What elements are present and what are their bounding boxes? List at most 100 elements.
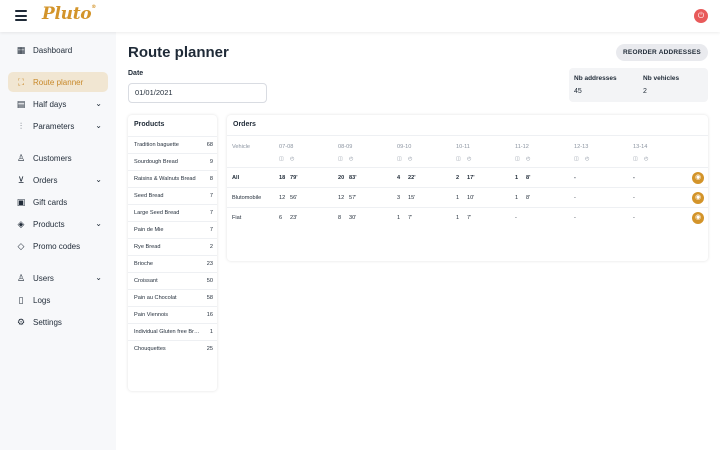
slot-header: 09-10 <box>397 144 412 150</box>
sidebar-item-customers[interactable]: ♙ Customers <box>8 148 108 168</box>
sidebar: ▦ Dashboard ⛶ Route planner ▤ Half days ⌄ ⫶ Para… <box>0 32 116 450</box>
sidebar-item-parameters[interactable]: ⫶ Parameters ⌄ <box>8 116 108 136</box>
sidebar-item-label: Gift cards <box>33 197 68 207</box>
eye-icon[interactable]: ◉ <box>692 192 704 204</box>
sidebar-item-label: Half days <box>33 99 67 109</box>
list-item: Croissant 50 <box>128 272 217 289</box>
chevron-down-icon: ⌄ <box>95 121 102 130</box>
menu-icon[interactable] <box>15 10 27 22</box>
order-duration: 30' <box>349 215 357 221</box>
product-name: Large Seed Bread <box>134 210 180 216</box>
order-count: 6 <box>279 215 283 221</box>
sidebar-item-label: Users <box>33 273 54 283</box>
cart-icon: ⊻ <box>17 174 25 185</box>
eye-icon[interactable]: ◉ <box>692 172 704 184</box>
product-qty: 7 <box>209 210 213 216</box>
slot-header: 08-09 <box>338 144 353 150</box>
orders-title: Orders <box>233 121 256 128</box>
order-count: 18 <box>279 175 286 181</box>
order-duration: 22' <box>408 175 416 181</box>
users-icon: ♙ <box>16 272 26 283</box>
order-duration: 15' <box>408 195 416 201</box>
sidebar-item-users[interactable]: ♙ Users ⌄ <box>8 268 108 288</box>
box-icon: ◈ <box>17 218 25 229</box>
list-item: Sourdough Bread 9 <box>128 153 217 170</box>
table-row: All 18 79' 20 83' 4 22' 2 17' 1 8' - - ◉ <box>227 167 708 187</box>
list-item: Rye Bread 2 <box>128 238 217 255</box>
list-item: Tradition baguette 68 <box>128 136 217 153</box>
sidebar-item-settings[interactable]: ⚙ Settings <box>8 312 108 332</box>
sliders-icon: ⫶ <box>19 120 23 131</box>
vehicle-name: All <box>232 175 240 181</box>
sidebar-item-label: Orders <box>33 175 58 185</box>
list-item: Large Seed Bread 7 <box>128 204 217 221</box>
vehicle-header: Vehicle <box>232 144 251 150</box>
orders-card: Orders Vehicle 07-08 ◫ ◴ 08-09 ◫ ◴ 09-10 ◫ ◴ 10-1… <box>227 115 708 261</box>
date-label: Date <box>128 70 144 77</box>
order-count: 1 <box>515 175 519 181</box>
order-count: - <box>515 215 517 221</box>
sidebar-item-orders[interactable]: ⊻ Orders ⌄ <box>8 170 108 190</box>
nb-addresses-value: 45 <box>574 88 582 95</box>
sidebar-item-label: Logs <box>33 295 51 305</box>
chevron-down-icon: ⌄ <box>95 175 102 184</box>
order-count: 1 <box>515 195 519 201</box>
eye-icon[interactable]: ◉ <box>692 212 704 224</box>
chevron-down-icon: ⌄ <box>95 219 102 228</box>
sidebar-item-half-days[interactable]: ▤ Half days ⌄ <box>8 94 108 114</box>
power-icon[interactable]: ⏻ <box>694 9 708 23</box>
date-input[interactable]: 01/01/2021 <box>128 83 267 103</box>
page-title: Route planner <box>128 44 229 61</box>
product-qty: 7 <box>209 227 213 233</box>
order-count: 1 <box>456 195 460 201</box>
sidebar-item-label: Customers <box>33 153 72 163</box>
product-name: Rye Bread <box>134 244 161 250</box>
package-icon: ◫ <box>574 156 579 162</box>
product-name: Chouquettes <box>134 346 166 352</box>
product-name: Sourdough Bread <box>134 159 178 165</box>
products-card: Products Tradition baguette 68 Sourdough B… <box>128 115 217 391</box>
chevron-down-icon: ⌄ <box>95 273 102 282</box>
sidebar-item-products[interactable]: ◈ Products ⌄ <box>8 214 108 234</box>
product-name: Raisins & Walnuts Bread <box>134 176 196 182</box>
order-duration: 83' <box>349 175 357 181</box>
product-name: Pain Viennois <box>134 312 169 318</box>
logo[interactable]: Pluto® <box>42 4 96 24</box>
clock-icon: ◴ <box>644 156 649 162</box>
slot-header: 12-13 <box>574 144 589 150</box>
list-item: Raisins & Walnuts Bread 8 <box>128 170 217 187</box>
sidebar-item-label: Parameters <box>33 121 75 131</box>
product-qty: 16 <box>206 312 213 318</box>
package-icon: ◫ <box>633 156 638 162</box>
product-qty: 2 <box>209 244 213 250</box>
sidebar-item-promo-codes[interactable]: ◇ Promo codes <box>8 236 108 256</box>
product-name: Individual Gluten free Bread <box>134 329 200 335</box>
order-count: 12 <box>338 195 345 201</box>
reorder-addresses-button[interactable]: REORDER ADDRESSES <box>616 44 708 61</box>
product-qty: 1 <box>209 329 213 335</box>
order-count: - <box>574 175 576 181</box>
product-name: Tradition baguette <box>134 142 179 148</box>
clipboard-icon: ▯ <box>18 294 24 305</box>
order-duration: 10' <box>467 195 475 201</box>
slot-header: 10-11 <box>456 144 470 150</box>
order-duration: 56' <box>290 195 298 201</box>
clock-icon: ◴ <box>349 156 354 162</box>
sidebar-item-dashboard[interactable]: ▦ Dashboard <box>8 40 108 60</box>
product-name: Brioche <box>134 261 153 267</box>
order-duration: 57' <box>349 195 357 201</box>
sidebar-item-route-planner[interactable]: ⛶ Route planner <box>8 72 108 92</box>
product-name: Pain au Chocolat <box>134 295 177 301</box>
slot-header: 11-12 <box>515 144 529 150</box>
sidebar-item-label: Dashboard <box>33 45 73 55</box>
order-duration: 17' <box>467 175 475 181</box>
package-icon: ◫ <box>397 156 402 162</box>
sidebar-item-logs[interactable]: ▯ Logs <box>8 290 108 310</box>
order-duration: 8' <box>526 195 531 201</box>
list-item: Individual Gluten free Bread 1 <box>128 323 217 340</box>
clock-icon: ◴ <box>408 156 413 162</box>
sidebar-item-gift-cards[interactable]: ▣ Gift cards <box>8 192 108 212</box>
sidebar-item-label: Route planner <box>33 77 84 87</box>
package-icon: ◫ <box>515 156 520 162</box>
clock-icon: ◴ <box>526 156 531 162</box>
